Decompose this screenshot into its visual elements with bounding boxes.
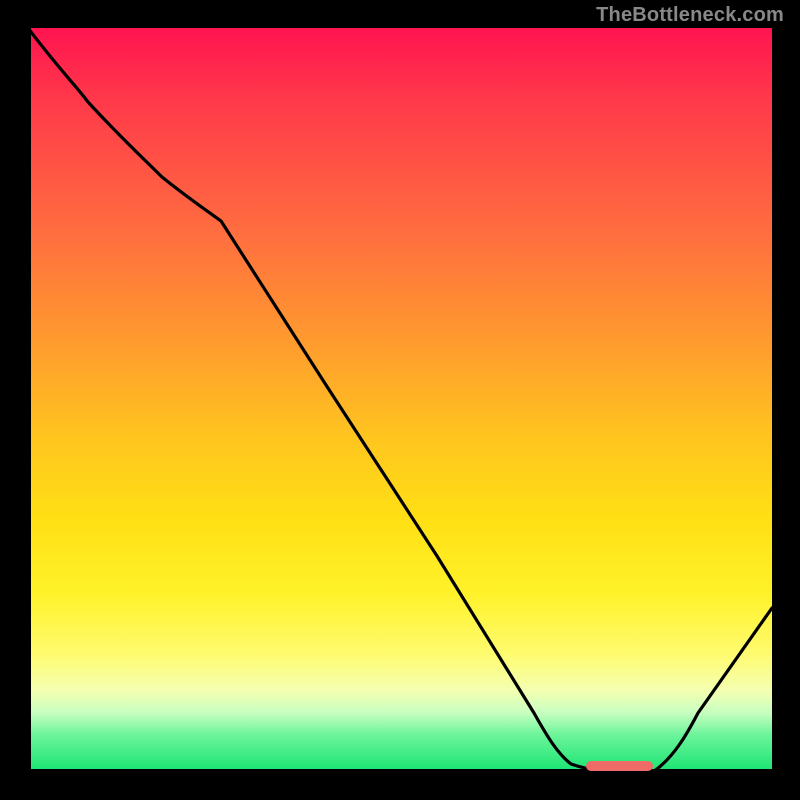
plot-area [28,28,772,772]
watermark-text: TheBottleneck.com [596,4,784,27]
optimal-range-marker [586,761,653,771]
chart-root: TheBottleneck.com [0,0,800,800]
bottleneck-curve [28,28,772,772]
